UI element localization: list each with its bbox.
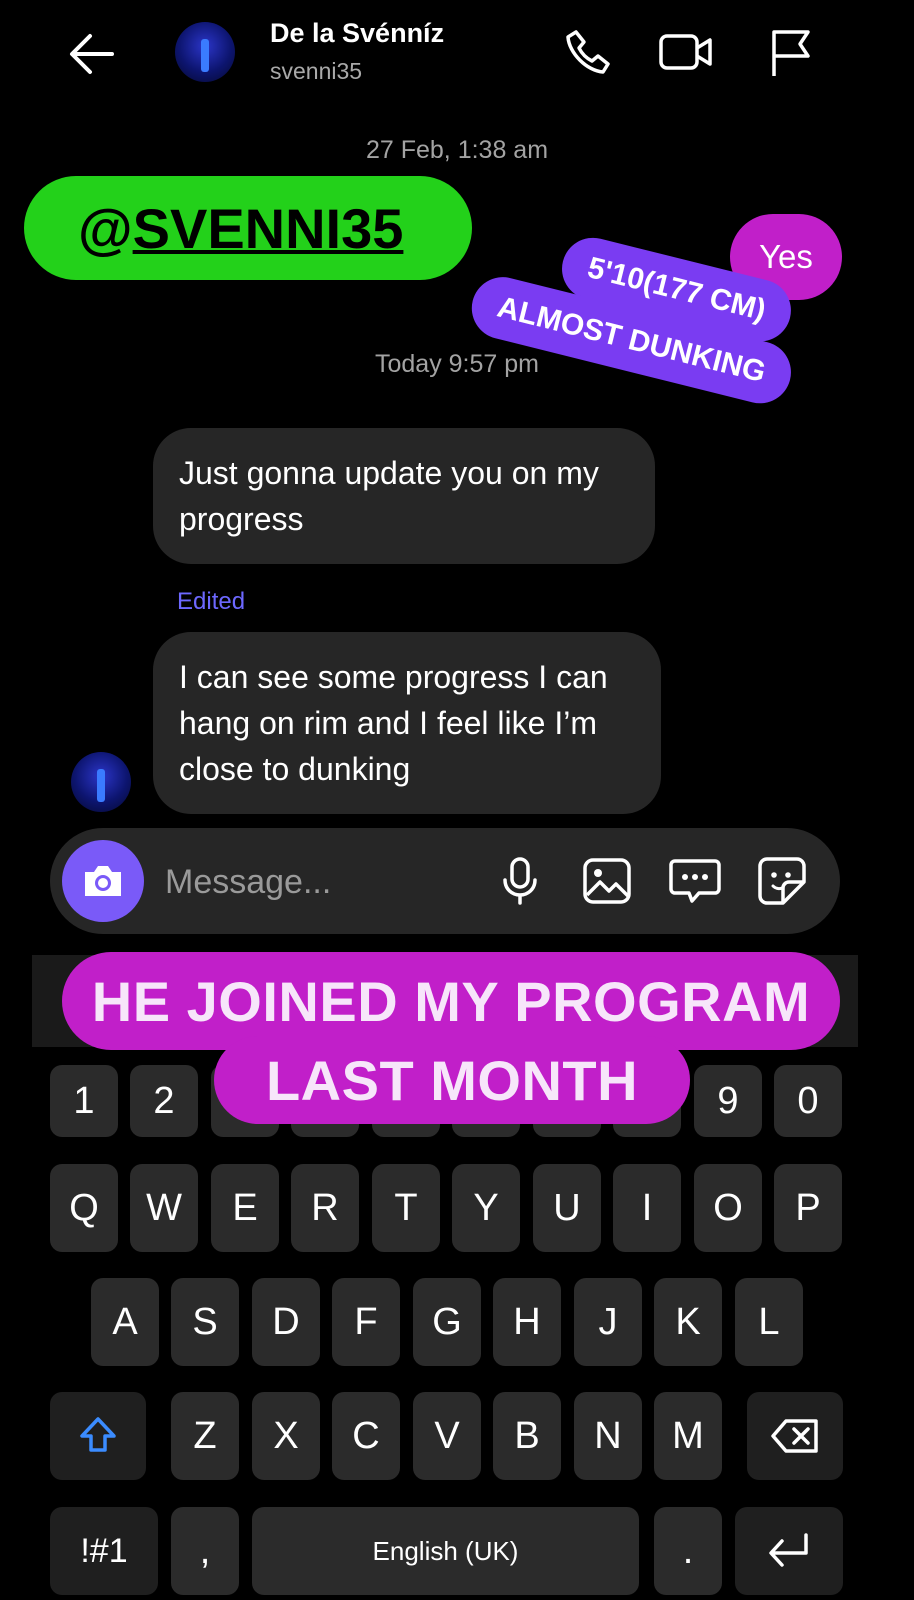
- message-bubble[interactable]: Just gonna update you on my progress: [153, 428, 655, 564]
- key-n[interactable]: N: [574, 1392, 642, 1480]
- enter-key[interactable]: [735, 1507, 843, 1595]
- key-t[interactable]: T: [372, 1164, 440, 1252]
- key-w[interactable]: W: [130, 1164, 198, 1252]
- image-icon[interactable]: [578, 852, 636, 910]
- key-2[interactable]: 2: [130, 1065, 198, 1137]
- key-p[interactable]: P: [774, 1164, 842, 1252]
- key-d[interactable]: D: [252, 1278, 320, 1366]
- key-9[interactable]: 9: [694, 1065, 762, 1137]
- key-r[interactable]: R: [291, 1164, 359, 1252]
- message-input[interactable]: [163, 858, 487, 906]
- flag-icon[interactable]: [762, 24, 818, 80]
- mention-sticker: @ SVENNI35: [24, 176, 472, 280]
- key-l[interactable]: L: [735, 1278, 803, 1366]
- key-m[interactable]: M: [654, 1392, 722, 1480]
- mention-handle[interactable]: SVENNI35: [133, 196, 404, 261]
- mention-at: @: [78, 196, 133, 260]
- key-u[interactable]: U: [533, 1164, 601, 1252]
- message-bubble[interactable]: I can see some progress I can hang on ri…: [153, 632, 661, 814]
- comma-key[interactable]: ,: [171, 1507, 239, 1595]
- key-a[interactable]: A: [91, 1278, 159, 1366]
- video-camera-icon[interactable]: [658, 24, 714, 80]
- symbols-key[interactable]: !#1: [50, 1507, 158, 1595]
- shift-key[interactable]: [50, 1392, 146, 1480]
- key-y[interactable]: Y: [452, 1164, 520, 1252]
- key-c[interactable]: C: [332, 1392, 400, 1480]
- contact-avatar[interactable]: [175, 22, 235, 82]
- key-v[interactable]: V: [413, 1392, 481, 1480]
- key-g[interactable]: G: [413, 1278, 481, 1366]
- program-banner-line-2: LAST MONTH: [214, 1036, 690, 1124]
- key-1[interactable]: 1: [50, 1065, 118, 1137]
- timestamp: Today 9:57 pm: [375, 350, 539, 378]
- key-i[interactable]: I: [613, 1164, 681, 1252]
- space-bar[interactable]: English (UK): [252, 1507, 639, 1595]
- key-j[interactable]: J: [574, 1278, 642, 1366]
- edited-label: Edited: [177, 588, 246, 615]
- contact-name[interactable]: De la Svénníz: [270, 18, 444, 49]
- backspace-icon: [771, 1419, 818, 1453]
- key-o[interactable]: O: [694, 1164, 762, 1252]
- key-x[interactable]: X: [252, 1392, 320, 1480]
- backspace-key[interactable]: [747, 1392, 843, 1480]
- key-0[interactable]: 0: [774, 1065, 842, 1137]
- key-q[interactable]: Q: [50, 1164, 118, 1252]
- sender-avatar[interactable]: [71, 752, 131, 812]
- key-h[interactable]: H: [493, 1278, 561, 1366]
- shift-arrow-icon: [80, 1417, 116, 1452]
- contact-username[interactable]: svenni35: [270, 58, 362, 85]
- timestamp: 27 Feb, 1:38 am: [365, 136, 549, 164]
- period-key[interactable]: .: [654, 1507, 722, 1595]
- camera-icon[interactable]: [62, 840, 144, 922]
- chat-bubble-icon[interactable]: [666, 852, 724, 910]
- key-s[interactable]: S: [171, 1278, 239, 1366]
- key-f[interactable]: F: [332, 1278, 400, 1366]
- key-k[interactable]: K: [654, 1278, 722, 1366]
- key-e[interactable]: E: [211, 1164, 279, 1252]
- phone-icon[interactable]: [560, 24, 616, 80]
- key-z[interactable]: Z: [171, 1392, 239, 1480]
- sticker-icon[interactable]: [753, 852, 811, 910]
- enter-arrow-icon: [769, 1533, 808, 1567]
- microphone-icon[interactable]: [491, 852, 549, 910]
- back-arrow-icon[interactable]: [64, 26, 120, 82]
- key-b[interactable]: B: [493, 1392, 561, 1480]
